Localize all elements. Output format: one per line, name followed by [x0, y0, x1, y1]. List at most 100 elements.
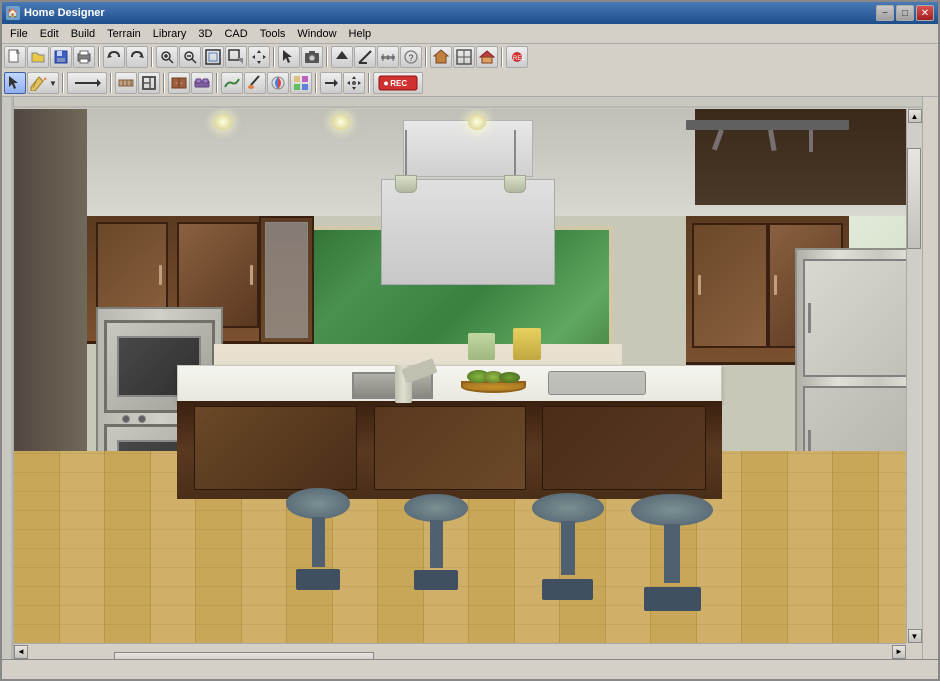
- cabinet-handle-3: [698, 275, 701, 295]
- pan-button[interactable]: [248, 46, 270, 68]
- glass-cabinet: [259, 216, 313, 344]
- terrain-button[interactable]: [221, 72, 243, 94]
- open-button[interactable]: [27, 46, 49, 68]
- vertical-scrollbar: ▲ ▼: [906, 109, 922, 643]
- menu-file[interactable]: File: [4, 26, 34, 42]
- furniture-button[interactable]: [191, 72, 213, 94]
- sep2: [151, 47, 153, 67]
- island-base: [177, 401, 722, 498]
- h-scroll-thumb[interactable]: [114, 652, 373, 660]
- range-hood-assembly: [359, 120, 577, 312]
- floor-button[interactable]: [453, 46, 475, 68]
- pencil-dropdown[interactable]: ▼: [27, 72, 59, 94]
- fridge-handle-top: [808, 303, 811, 333]
- color-button[interactable]: [267, 72, 289, 94]
- cabinet-button[interactable]: [168, 72, 190, 94]
- toolbar-area: ? REC ▼: [2, 44, 938, 97]
- track-light-3: [809, 130, 814, 151]
- paint-brush-button[interactable]: [244, 72, 266, 94]
- menu-cad[interactable]: CAD: [218, 26, 253, 42]
- menu-library[interactable]: Library: [147, 26, 193, 42]
- line-dropdown[interactable]: [67, 72, 107, 94]
- sep1: [98, 47, 100, 67]
- wall-button[interactable]: [115, 72, 137, 94]
- pendant-2: [504, 130, 526, 193]
- roof-button[interactable]: [476, 46, 498, 68]
- record-button[interactable]: REC: [506, 46, 528, 68]
- right-panel: [922, 97, 938, 659]
- main-area: ◄ ► ▲ ▼: [2, 97, 938, 659]
- sep3: [273, 47, 275, 67]
- v-scroll-track[interactable]: [907, 123, 922, 629]
- menu-3d[interactable]: 3D: [192, 26, 218, 42]
- cabinet-handle-4: [774, 275, 777, 295]
- menu-bar: File Edit Build Terrain Library 3D CAD T…: [2, 24, 938, 44]
- window-title: Home Designer: [24, 7, 105, 19]
- maximize-button[interactable]: □: [896, 5, 914, 21]
- print-button[interactable]: [73, 46, 95, 68]
- pendant-shade-1: [395, 175, 417, 193]
- zoom-out-button[interactable]: [179, 46, 201, 68]
- title-bar-controls: − □ ✕: [876, 5, 934, 21]
- sep5: [425, 47, 427, 67]
- menu-build[interactable]: Build: [65, 26, 101, 42]
- left-ruler: [2, 97, 14, 659]
- stool-seat-2: [404, 494, 468, 523]
- undo-button[interactable]: [103, 46, 125, 68]
- viewport[interactable]: ◄ ► ▲ ▼: [14, 97, 922, 659]
- 3d-viewport[interactable]: [14, 109, 922, 643]
- record2-button[interactable]: ⏺ REC: [373, 72, 423, 94]
- save-button[interactable]: [50, 46, 72, 68]
- stool-seat-1: [286, 488, 350, 518]
- move-button[interactable]: [343, 72, 365, 94]
- scroll-down-button[interactable]: ▼: [908, 629, 922, 643]
- pendant-1: [395, 130, 417, 193]
- scroll-up-button[interactable]: ▲: [908, 109, 922, 123]
- cabinet-handle-1: [159, 265, 162, 285]
- fruit-3: [499, 372, 520, 383]
- knob-1: [122, 415, 130, 423]
- stool-1: [286, 488, 350, 589]
- room-button[interactable]: [138, 72, 160, 94]
- stool-base-2: [414, 570, 458, 589]
- status-bar: [2, 659, 938, 679]
- v-scroll-thumb[interactable]: [907, 148, 921, 249]
- close-button[interactable]: ✕: [916, 5, 934, 21]
- zoom-window-button[interactable]: [225, 46, 247, 68]
- menu-edit[interactable]: Edit: [34, 26, 65, 42]
- house-button[interactable]: [430, 46, 452, 68]
- up-view-button[interactable]: [331, 46, 353, 68]
- scroll-left-button[interactable]: ◄: [14, 645, 28, 659]
- stool-stem-4: [664, 524, 680, 583]
- svg-text:⏺ REC: ⏺ REC: [383, 79, 407, 88]
- menu-tools[interactable]: Tools: [254, 26, 292, 42]
- redo-button[interactable]: [126, 46, 148, 68]
- select2-button[interactable]: [4, 72, 26, 94]
- pendant-shade-2: [504, 175, 526, 193]
- faucet: [395, 365, 411, 402]
- angle-view-button[interactable]: [354, 46, 376, 68]
- sep10: [216, 73, 218, 93]
- scroll-right-button[interactable]: ►: [892, 645, 906, 659]
- sep6: [501, 47, 503, 67]
- menu-terrain[interactable]: Terrain: [101, 26, 147, 42]
- main-window: 🏠 Home Designer − □ ✕ File Edit Build Te…: [0, 0, 940, 681]
- material-button[interactable]: [290, 72, 312, 94]
- zoom-fit-button[interactable]: [202, 46, 224, 68]
- new-button[interactable]: [4, 46, 26, 68]
- island-panel-3: [542, 406, 705, 490]
- title-bar-left: 🏠 Home Designer: [6, 6, 105, 20]
- sep7: [62, 73, 64, 93]
- title-bar: 🏠 Home Designer − □ ✕: [2, 2, 938, 24]
- menu-window[interactable]: Window: [291, 26, 342, 42]
- stool-4: [631, 494, 713, 611]
- toolbar-row-2: ▼: [2, 70, 938, 96]
- measure-button[interactable]: [377, 46, 399, 68]
- minimize-button[interactable]: −: [876, 5, 894, 21]
- menu-help[interactable]: Help: [343, 26, 378, 42]
- select-button[interactable]: [278, 46, 300, 68]
- arrow-right-button[interactable]: [320, 72, 342, 94]
- help-button[interactable]: ?: [400, 46, 422, 68]
- camera-button[interactable]: [301, 46, 323, 68]
- zoom-in-button[interactable]: [156, 46, 178, 68]
